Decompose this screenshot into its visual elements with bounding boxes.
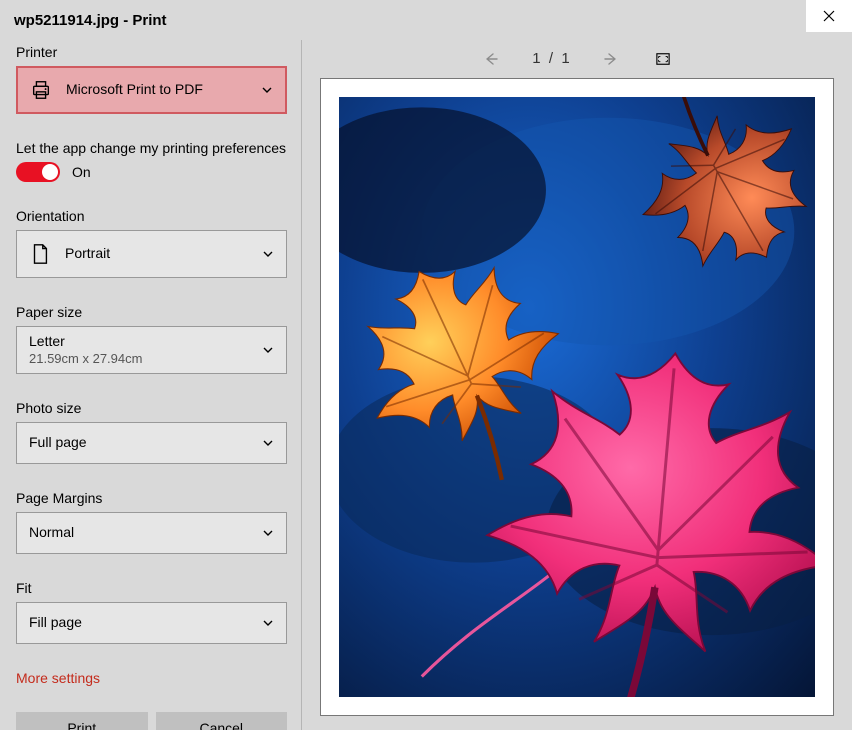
paper-size-value: Letter <box>29 333 262 351</box>
fullscreen-icon <box>654 52 672 66</box>
chevron-down-icon <box>262 344 274 356</box>
page-margins-label: Page Margins <box>16 490 287 506</box>
preview-image <box>339 97 815 697</box>
chevron-down-icon <box>261 84 273 96</box>
orientation-dropdown[interactable]: Portrait <box>16 230 287 278</box>
close-button[interactable] <box>806 0 852 32</box>
paper-size-label: Paper size <box>16 304 287 320</box>
chevron-down-icon <box>262 437 274 449</box>
photo-size-label: Photo size <box>16 400 287 416</box>
more-settings-link[interactable]: More settings <box>16 670 287 686</box>
orientation-label: Orientation <box>16 208 287 224</box>
prev-page-button[interactable] <box>479 47 503 71</box>
apply-preferences-state: On <box>72 164 91 180</box>
apply-preferences-label: Let the app change my printing preferenc… <box>16 140 287 156</box>
fit-value: Fill page <box>29 614 262 632</box>
preview-frame <box>320 78 834 716</box>
photo-size-dropdown[interactable]: Full page <box>16 422 287 464</box>
printer-value: Microsoft Print to PDF <box>66 81 261 99</box>
page-margins-value: Normal <box>29 524 262 542</box>
printer-label: Printer <box>16 44 287 60</box>
orientation-value: Portrait <box>65 245 262 263</box>
paper-size-dropdown[interactable]: Letter 21.59cm x 27.94cm <box>16 326 287 374</box>
page-indicator: 1 / 1 <box>521 50 581 67</box>
print-button[interactable]: Print <box>16 712 148 730</box>
preview-area: 1 / 1 <box>302 40 852 730</box>
preview-pager: 1 / 1 <box>302 40 852 78</box>
cancel-button[interactable]: Cancel <box>156 712 288 730</box>
next-page-button[interactable] <box>599 47 623 71</box>
current-page: 1 <box>532 50 540 67</box>
photo-size-value: Full page <box>29 434 262 452</box>
fullscreen-button[interactable] <box>651 47 675 71</box>
printer-icon <box>30 79 52 101</box>
chevron-down-icon <box>262 248 274 260</box>
arrow-left-icon <box>483 51 499 67</box>
close-icon <box>823 10 835 22</box>
chevron-down-icon <box>262 617 274 629</box>
title-bar: wp5211914.jpg - Print <box>0 0 852 40</box>
total-pages: 1 <box>561 50 569 67</box>
arrow-right-icon <box>603 51 619 67</box>
paper-size-dimensions: 21.59cm x 27.94cm <box>29 351 262 367</box>
page-icon <box>29 243 51 265</box>
printer-dropdown[interactable]: Microsoft Print to PDF <box>16 66 287 114</box>
window-title: wp5211914.jpg - Print <box>14 12 167 29</box>
apply-preferences-toggle[interactable] <box>16 162 60 182</box>
fit-label: Fit <box>16 580 287 596</box>
chevron-down-icon <box>262 527 274 539</box>
settings-panel: Printer Microsoft Print to PDF Let the a… <box>2 40 302 730</box>
page-separator: / <box>549 50 553 67</box>
fit-dropdown[interactable]: Fill page <box>16 602 287 644</box>
page-margins-dropdown[interactable]: Normal <box>16 512 287 554</box>
